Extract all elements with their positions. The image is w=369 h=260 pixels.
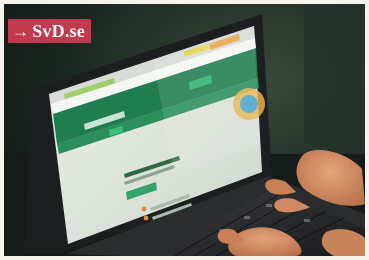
- photo-frame: → SvD.se: [4, 4, 365, 256]
- svd-watermark: → SvD.se: [8, 19, 91, 43]
- list-bullet: [141, 206, 147, 212]
- watermark-label: SvD.se: [32, 20, 85, 41]
- list-bullet: [143, 215, 149, 221]
- background-wall: [304, 4, 365, 144]
- arrow-right-icon: →: [12, 21, 30, 41]
